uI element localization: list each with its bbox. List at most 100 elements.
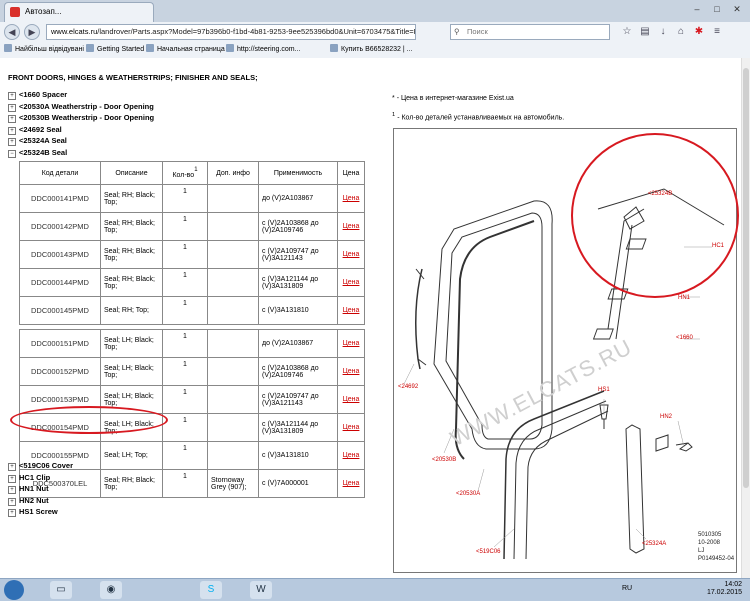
callout-label: <25324A — [642, 541, 667, 547]
price-link[interactable]: Цена — [337, 441, 365, 470]
bookmarks-icon[interactable]: ▤ — [638, 25, 652, 39]
part-quantity: 1 — [162, 184, 208, 213]
part-extra-info: Stornoway Grey (907); — [207, 469, 259, 498]
diagram-reference: 5010305 10-2008 LJ P0149452-04 — [698, 532, 735, 562]
extension-icon[interactable]: ✱ — [692, 25, 706, 39]
expand-icon[interactable]: + — [8, 474, 16, 483]
tree-node[interactable]: + <24692 Seal — [8, 124, 154, 136]
part-applicability: с (V)3A121144 до (V)3A131809 — [258, 413, 338, 442]
table-header-row: Код детали Описание Кол-во1 Доп. инфо Пр… — [19, 161, 365, 185]
tree-node[interactable]: + <519C06 Cover — [8, 460, 73, 472]
minimize-icon[interactable]: – — [688, 2, 706, 16]
expand-icon[interactable]: + — [8, 115, 16, 123]
tree-node[interactable]: + <1660 Spacer — [8, 89, 154, 101]
part-applicability: с (V)2A109747 до (V)3A121143 — [258, 385, 338, 414]
scrollbar-thumb[interactable] — [743, 68, 749, 488]
expand-icon[interactable]: + — [8, 509, 16, 517]
address-bar[interactable]: www.elcats.ru/landrover/Parts.aspx?Model… — [46, 24, 416, 40]
part-description: Seal; RH; Black; Top; — [100, 212, 163, 241]
parts-table: Код детали Описание Кол-во1 Доп. инфо Пр… — [19, 161, 365, 498]
part-quantity: 1 — [162, 385, 208, 414]
part-quantity: 1 — [162, 296, 208, 325]
price-link[interactable]: Цена — [337, 413, 365, 442]
expand-icon[interactable]: + — [8, 486, 16, 494]
tree-node[interactable]: + <25324A Seal — [8, 135, 154, 147]
part-description: Seal; LH; Black; Top; — [100, 329, 163, 358]
clock[interactable]: 14:02 17.02.2015 — [707, 581, 742, 597]
back-icon[interactable]: ◀ — [4, 24, 20, 40]
start-button[interactable] — [4, 580, 24, 600]
expand-icon[interactable]: + — [8, 463, 16, 471]
price-link[interactable]: Цена — [337, 385, 365, 414]
part-quantity: 1 — [162, 469, 208, 498]
table-row: DDC000152PMD Seal; LH; Black; Top; 1 с (V)2… — [19, 357, 365, 386]
price-link[interactable]: Цена — [337, 329, 365, 358]
callout-label: <1660 — [676, 335, 693, 341]
highlight-circle — [571, 133, 739, 298]
word-icon[interactable]: W — [250, 581, 272, 599]
expand-icon[interactable]: + — [8, 138, 16, 146]
callout-label: HN2 — [660, 414, 673, 420]
bookmark-item[interactable]: http://steering.com... — [226, 44, 300, 56]
part-quantity: 1 — [162, 212, 208, 241]
url-host: www.elcats.ru — [51, 27, 98, 36]
language-indicator[interactable]: RU — [622, 585, 632, 592]
skype-icon[interactable]: S — [200, 581, 222, 599]
menu-icon[interactable]: ≡ — [710, 25, 724, 39]
star-icon[interactable]: ☆ — [620, 25, 634, 39]
column-header: Кол-во1 — [162, 161, 208, 185]
download-icon[interactable]: ↓ — [656, 25, 670, 39]
bookmark-item[interactable]: Купить B66528232 | ... — [330, 44, 412, 56]
part-description: Seal; RH; Black; Top; — [100, 240, 163, 269]
site-favicon-icon — [10, 7, 20, 17]
maximize-icon[interactable]: □ — [708, 2, 726, 16]
callout-label: <24692 — [398, 384, 419, 390]
tree-node[interactable]: − <25324B Seal — [8, 147, 154, 159]
price-link[interactable]: Цена — [337, 296, 365, 325]
price-link[interactable]: Цена — [337, 357, 365, 386]
expand-icon[interactable]: + — [8, 126, 16, 135]
tree-node[interactable]: + <20530B Weatherstrip - Door Opening — [8, 112, 154, 124]
search-input[interactable]: ⚲ Поиск — [450, 24, 610, 40]
tree-node[interactable]: + <20530A Weatherstrip - Door Opening — [8, 101, 154, 113]
column-header: Описание — [100, 161, 163, 185]
note-price: * - Цена в интернет-магазине Exist.ua — [392, 95, 514, 102]
bookmark-icon — [226, 44, 234, 52]
price-link[interactable]: Цена — [337, 184, 365, 213]
part-description: Seal; RH; Black; Top; — [100, 469, 163, 498]
firefox-icon[interactable]: ◉ — [100, 581, 122, 599]
tree-node[interactable]: + HC1 Clip — [8, 472, 73, 484]
part-description: Seal; RH; Top; — [100, 296, 163, 325]
price-link[interactable]: Цена — [337, 240, 365, 269]
bookmarks-bar: Найбільш відвідувані Getting Started Нач… — [0, 42, 750, 59]
close-icon[interactable]: ✕ — [728, 2, 746, 16]
forward-icon[interactable]: ▶ — [24, 24, 40, 40]
callout-label: HS1 — [598, 387, 610, 393]
part-applicability: с (V)2A109747 до (V)3A121143 — [258, 240, 338, 269]
tree-node[interactable]: + HN1 Nut — [8, 483, 73, 495]
bookmark-item[interactable]: Найбільш відвідувані — [4, 44, 84, 56]
tree-node[interactable]: + HN2 Nut — [8, 495, 73, 507]
explorer-icon[interactable]: ▭ — [50, 581, 72, 599]
bookmark-icon — [146, 44, 154, 52]
bookmark-item[interactable]: Getting Started — [86, 44, 144, 56]
part-extra-info — [207, 240, 259, 269]
price-link[interactable]: Цена — [337, 469, 365, 498]
bookmark-item[interactable]: Начальная страница — [146, 44, 225, 56]
tab-title: Автозап... — [25, 7, 62, 16]
tree-node[interactable]: + HS1 Screw — [8, 506, 73, 518]
home-icon[interactable]: ⌂ — [674, 25, 688, 39]
part-applicability: с (V)3A121144 до (V)3A131809 — [258, 268, 338, 297]
expand-icon[interactable]: + — [8, 497, 16, 506]
browser-tab[interactable]: Автозап... — [4, 2, 154, 22]
part-extra-info — [207, 441, 259, 470]
part-code: DDC000141PMD — [19, 184, 101, 213]
expand-icon[interactable]: + — [8, 103, 16, 112]
collapse-icon[interactable]: − — [8, 149, 16, 158]
search-placeholder: Поиск — [467, 27, 488, 36]
bookmark-icon — [4, 44, 12, 52]
expand-icon[interactable]: + — [8, 92, 16, 100]
price-link[interactable]: Цена — [337, 268, 365, 297]
price-link[interactable]: Цена — [337, 212, 365, 241]
vertical-scrollbar[interactable] — [741, 58, 750, 578]
